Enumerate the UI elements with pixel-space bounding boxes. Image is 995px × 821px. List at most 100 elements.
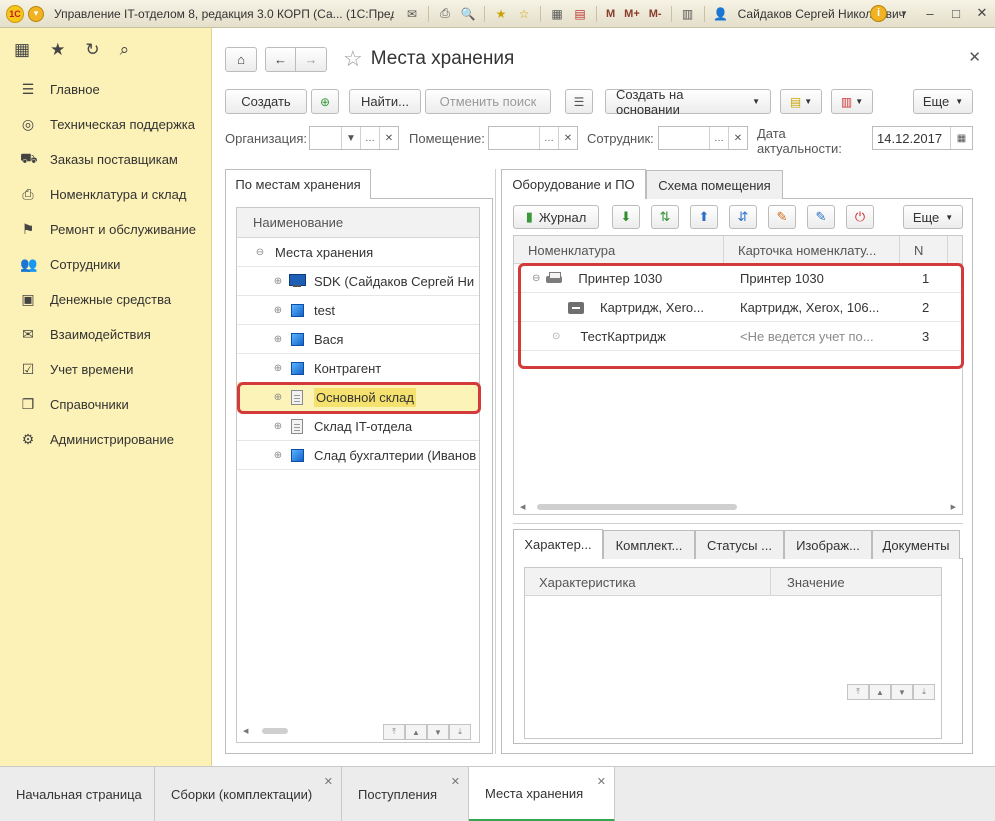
calendar-picker-icon[interactable]: ▦: [950, 127, 972, 149]
sidebar-item-orders[interactable]: ⛟ Заказы поставщикам: [0, 142, 211, 177]
print-icon[interactable]: ⎙: [435, 5, 455, 23]
employee-clear-icon[interactable]: ✕: [728, 127, 747, 149]
create-based-on-button[interactable]: Создать на основании ▼: [605, 87, 771, 117]
tab-images[interactable]: Изображ...: [784, 530, 872, 559]
service-button[interactable]: ✎: [807, 205, 835, 229]
move-in-button[interactable]: ⬇: [612, 205, 640, 229]
expand-icon[interactable]: ⊕: [273, 305, 283, 316]
tree-horizontal-scrollbar[interactable]: ◀: [243, 724, 373, 738]
scroll-left-icon[interactable]: ◀: [243, 727, 248, 735]
panels-icon[interactable]: ▥: [678, 5, 698, 23]
add-favorite-icon[interactable]: ★: [491, 5, 511, 23]
scroll-left-icon[interactable]: ◀: [520, 503, 525, 511]
scroll-top-icon[interactable]: ⤒: [847, 684, 869, 700]
tab-kit[interactable]: Комплект...: [603, 530, 695, 559]
room-clear-icon[interactable]: ✕: [558, 127, 577, 149]
tab-characteristics[interactable]: Характер...: [513, 529, 603, 559]
tab-documents[interactable]: Документы: [872, 530, 960, 559]
tree-row[interactable]: ⊕ Вася: [237, 325, 479, 354]
minimize-icon[interactable]: –: [921, 4, 939, 22]
more-actions-button[interactable]: Еще ▼: [903, 205, 963, 229]
tree-row[interactable]: ⊕ Слад бухгалтерии (Иванов: [237, 441, 479, 470]
calendar-icon[interactable]: ▤: [570, 5, 590, 23]
sidebar-item-nomenclature[interactable]: ⎙ Номенклатура и склад: [0, 177, 211, 212]
horizontal-splitter[interactable]: [513, 523, 963, 524]
scroll-right-icon[interactable]: ▶: [951, 503, 956, 511]
room-value[interactable]: [489, 127, 539, 149]
history-icon[interactable]: ↻: [85, 40, 99, 60]
scroll-down-icon[interactable]: ▼: [891, 684, 913, 700]
list-settings-button[interactable]: ☰: [565, 89, 593, 114]
repair-button[interactable]: ✎: [768, 205, 796, 229]
organization-field[interactable]: ▼ … ✕: [309, 126, 399, 150]
sidebar-item-catalogs[interactable]: ❐ Справочники: [0, 387, 211, 422]
cancel-search-button[interactable]: Отменить поиск: [425, 89, 551, 114]
sidebar-item-main[interactable]: ☰ Главное: [0, 72, 211, 107]
calculator-icon[interactable]: ▦: [547, 5, 567, 23]
date-field[interactable]: 14.12.2017 ▦: [872, 126, 973, 150]
sidebar-item-money[interactable]: ▣ Денежные средства: [0, 282, 211, 317]
reports-menu-button[interactable]: ▥ ▼: [831, 89, 873, 114]
close-form-icon[interactable]: ✕: [968, 48, 981, 66]
column-card[interactable]: Карточка номенклату...: [724, 236, 900, 264]
tree-row[interactable]: ⊕ Контрагент: [237, 354, 479, 383]
collapse-icon[interactable]: ⊖: [255, 247, 265, 258]
sidebar-item-repair[interactable]: ⚑ Ремонт и обслуживание: [0, 212, 211, 247]
window-tab-assemblies[interactable]: Сборки (комплектации) ✕: [155, 767, 342, 821]
scroll-top-icon[interactable]: ⤒: [383, 724, 405, 740]
scroll-thumb[interactable]: [537, 504, 738, 510]
organization-value[interactable]: [310, 127, 341, 149]
info-icon[interactable]: i: [870, 4, 887, 22]
tab-room-scheme[interactable]: Схема помещения: [646, 170, 783, 199]
tree-row[interactable]: ⊕ Склад IT-отдела: [237, 412, 479, 441]
favorites-icon[interactable]: ☆: [514, 5, 534, 23]
scroll-up-icon[interactable]: ▲: [869, 684, 891, 700]
employee-field[interactable]: … ✕: [658, 126, 748, 150]
apps-grid-icon[interactable]: ▦: [14, 40, 30, 60]
sidebar-item-employees[interactable]: 👥 Сотрудники: [0, 247, 211, 282]
column-n[interactable]: N: [900, 236, 948, 264]
scroll-thumb[interactable]: [262, 728, 289, 734]
mail-icon[interactable]: ✉: [402, 5, 422, 23]
more-button[interactable]: Еще ▼: [913, 89, 973, 114]
favorite-star-icon[interactable]: ☆: [343, 46, 363, 72]
create-copy-button[interactable]: ⊕: [311, 89, 339, 114]
scroll-bottom-icon[interactable]: ⤓: [913, 684, 935, 700]
close-window-icon[interactable]: ✕: [973, 4, 991, 22]
write-off-button[interactable]: ⏻: [846, 205, 874, 229]
window-tab-receipts[interactable]: Поступления ✕: [342, 767, 469, 821]
column-nomenclature[interactable]: Номенклатура: [514, 236, 724, 264]
expand-icon[interactable]: ⊕: [273, 450, 283, 461]
room-select-icon[interactable]: …: [539, 127, 558, 149]
tab-statuses[interactable]: Статусы ...: [695, 530, 784, 559]
room-field[interactable]: … ✕: [488, 126, 578, 150]
scroll-bottom-icon[interactable]: ⤓: [449, 724, 471, 740]
tree-column-header[interactable]: Наименование: [237, 208, 479, 238]
scroll-down-icon[interactable]: ▼: [427, 724, 449, 740]
sidebar-item-admin[interactable]: ⚙ Администрирование: [0, 422, 211, 457]
organization-select-icon[interactable]: …: [360, 127, 379, 149]
tree-root-row[interactable]: ⊖ Места хранения: [237, 238, 479, 267]
column-characteristic[interactable]: Характеристика: [525, 568, 771, 596]
sidebar-item-support[interactable]: ◎ Техническая поддержка: [0, 107, 211, 142]
memory-add-button[interactable]: M+: [621, 5, 643, 23]
sidebar-item-time[interactable]: ☑ Учет времени: [0, 352, 211, 387]
maximize-icon[interactable]: □: [947, 4, 965, 22]
print-menu-button[interactable]: ▤ ▼: [780, 89, 822, 114]
search-icon[interactable]: ⌕: [120, 40, 130, 60]
expand-icon[interactable]: ⊕: [273, 363, 283, 374]
window-tab-home[interactable]: Начальная страница: [0, 767, 155, 821]
close-tab-icon[interactable]: ✕: [324, 775, 333, 788]
main-menu-chevron-icon[interactable]: ▾: [28, 5, 44, 22]
close-tab-icon[interactable]: ✕: [451, 775, 460, 788]
user-icon[interactable]: 👤: [711, 5, 731, 23]
1c-logo-icon[interactable]: 1С: [6, 4, 24, 23]
expand-icon[interactable]: ⊕: [273, 276, 283, 287]
tab-equipment[interactable]: Оборудование и ПО: [501, 169, 646, 199]
tree-row[interactable]: ⊕ test: [237, 296, 479, 325]
scroll-up-icon[interactable]: ▲: [405, 724, 427, 740]
journal-button[interactable]: ▮ Журнал: [513, 205, 599, 229]
tab-by-storage[interactable]: По местам хранения: [225, 169, 371, 199]
table-horizontal-scrollbar[interactable]: ◀ ▶: [520, 500, 956, 514]
expand-icon[interactable]: ⊕: [273, 334, 283, 345]
